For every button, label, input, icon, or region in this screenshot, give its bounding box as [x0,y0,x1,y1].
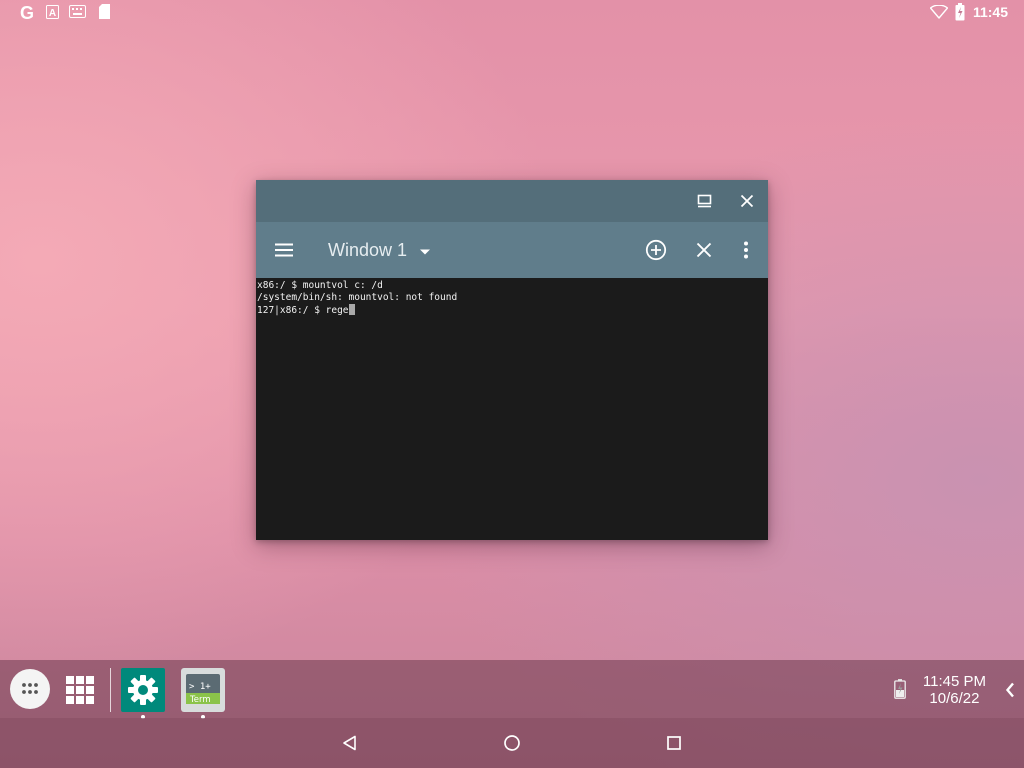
terminal-app-button[interactable]: > 1+ Term [181,668,225,712]
chevron-left-icon[interactable] [1002,680,1018,700]
wifi-icon [929,4,949,24]
tray-date: 10/6/22 [929,690,980,707]
tray-clock[interactable]: 11:45 PM 10/6/22 [923,673,986,707]
google-icon: G [17,3,37,28]
tray-time: 11:45 PM [922,673,986,690]
desktop: G A 11:45 Window 1 x86:/ $ mountvol c: /… [0,0,1024,768]
sd-card-icon [98,4,111,25]
new-window-icon[interactable] [642,236,670,264]
window-title-bar[interactable] [256,180,768,222]
gear-icon [121,668,165,712]
terminal-prompt-text: 127|x86:/ $ rege [257,305,349,316]
window-name-label: Window 1 [328,239,408,260]
grid-apps-icon[interactable] [58,668,102,712]
app-toolbar: Window 1 [256,222,768,278]
window-selector-dropdown[interactable]: Window 1 [328,238,431,262]
more-options-icon[interactable] [732,236,760,264]
back-icon[interactable] [340,733,360,753]
terminal-line: x86:/ $ mountvol c: /d [257,280,383,291]
status-bar-clock: 11:45 [972,4,1008,20]
text-cursor [348,304,355,315]
svg-text:> 1+: > 1+ [189,682,211,692]
maximize-icon[interactable] [693,189,717,213]
svg-text:Term: Term [189,695,211,705]
terminal-window[interactable]: Window 1 x86:/ $ mountvol c: /d /system/… [256,180,768,540]
settings-app-button[interactable] [121,668,165,712]
terminal-line: /system/bin/sh: mountvol: not found [257,292,458,303]
taskbar-divider [110,668,111,712]
svg-text:A: A [49,8,56,19]
close-window-icon[interactable] [690,236,718,264]
battery-charging-icon [955,3,965,26]
dropdown-arrow-icon [419,240,431,261]
hamburger-menu-icon[interactable] [270,236,298,264]
recents-icon[interactable] [664,733,684,753]
home-icon[interactable] [502,733,522,753]
battery-tray-icon[interactable] [890,678,910,700]
terminal-output[interactable]: x86:/ $ mountvol c: /d/system/bin/sh: mo… [256,278,768,540]
status-bar: G A 11:45 [0,0,1024,26]
close-icon[interactable] [735,189,759,213]
taskbar: > 1+ Term 11:45 PM 10/6/22 [0,660,1024,719]
keyboard-icon [69,5,87,24]
terminal-icon: > 1+ Term [181,668,225,712]
svg-text:G: G [20,3,34,23]
terminal-prompt-line[interactable]: 127|x86:/ $ rege [257,304,767,317]
a-icon: A [46,5,60,25]
navigation-bar [0,718,1024,768]
app-drawer-icon[interactable] [9,668,51,710]
